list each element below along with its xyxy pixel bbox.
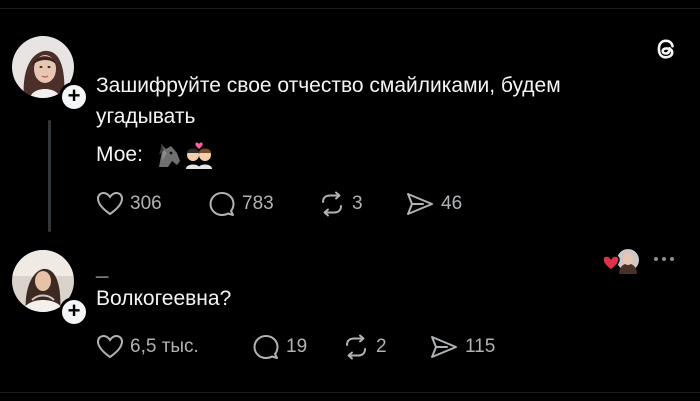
share-count: 115 (465, 336, 496, 357)
repost-icon (346, 334, 366, 360)
comment-count: 783 (242, 193, 274, 214)
heart-icon (96, 334, 124, 359)
repost-icon (322, 191, 342, 217)
comment-button[interactable]: 783 (208, 190, 274, 218)
like-count: 6,5 тыс. (130, 336, 199, 357)
follow-button[interactable]: + (59, 82, 89, 112)
like-count: 306 (130, 193, 162, 214)
repost-button[interactable]: 2 (342, 333, 387, 361)
reply-username[interactable]: _ (96, 255, 108, 281)
send-icon (407, 193, 433, 215)
share-button[interactable]: 115 (429, 333, 495, 361)
follow-button[interactable]: + (59, 297, 89, 327)
heart-icon (96, 191, 124, 216)
bottom-divider (0, 392, 700, 393)
author-liked-indicator (601, 246, 641, 274)
threads-logo-icon[interactable] (651, 34, 681, 64)
comment-icon (253, 335, 279, 359)
repost-count: 2 (376, 336, 387, 357)
post-mine-line: Мое: (96, 141, 215, 169)
post-text-line1: Зашифруйте свое отчество смайликами, буд… (96, 74, 561, 97)
comment-count: 19 (286, 336, 308, 357)
send-icon (431, 336, 457, 358)
thread-connector-line (48, 120, 51, 232)
comment-button[interactable]: 19 (252, 333, 307, 361)
share-count: 46 (441, 193, 463, 214)
horse-face-emoji (158, 144, 180, 167)
reply-text: Волкогеевна? (96, 287, 232, 310)
repost-button[interactable]: 3 (318, 190, 363, 218)
share-button[interactable]: 46 (405, 190, 462, 218)
like-button[interactable]: 306 (96, 190, 162, 218)
mine-label: Мое: (96, 143, 143, 166)
kissing-couple-emoji (185, 142, 212, 169)
post-text-line2: угадывать (96, 105, 196, 128)
more-options-icon[interactable] (652, 254, 676, 264)
repost-count: 3 (352, 193, 363, 214)
plus-icon: + (67, 83, 81, 108)
comment-icon (209, 192, 235, 216)
top-divider (0, 8, 700, 9)
like-button[interactable]: 6,5 тыс. (96, 333, 199, 361)
plus-icon: + (67, 298, 81, 323)
